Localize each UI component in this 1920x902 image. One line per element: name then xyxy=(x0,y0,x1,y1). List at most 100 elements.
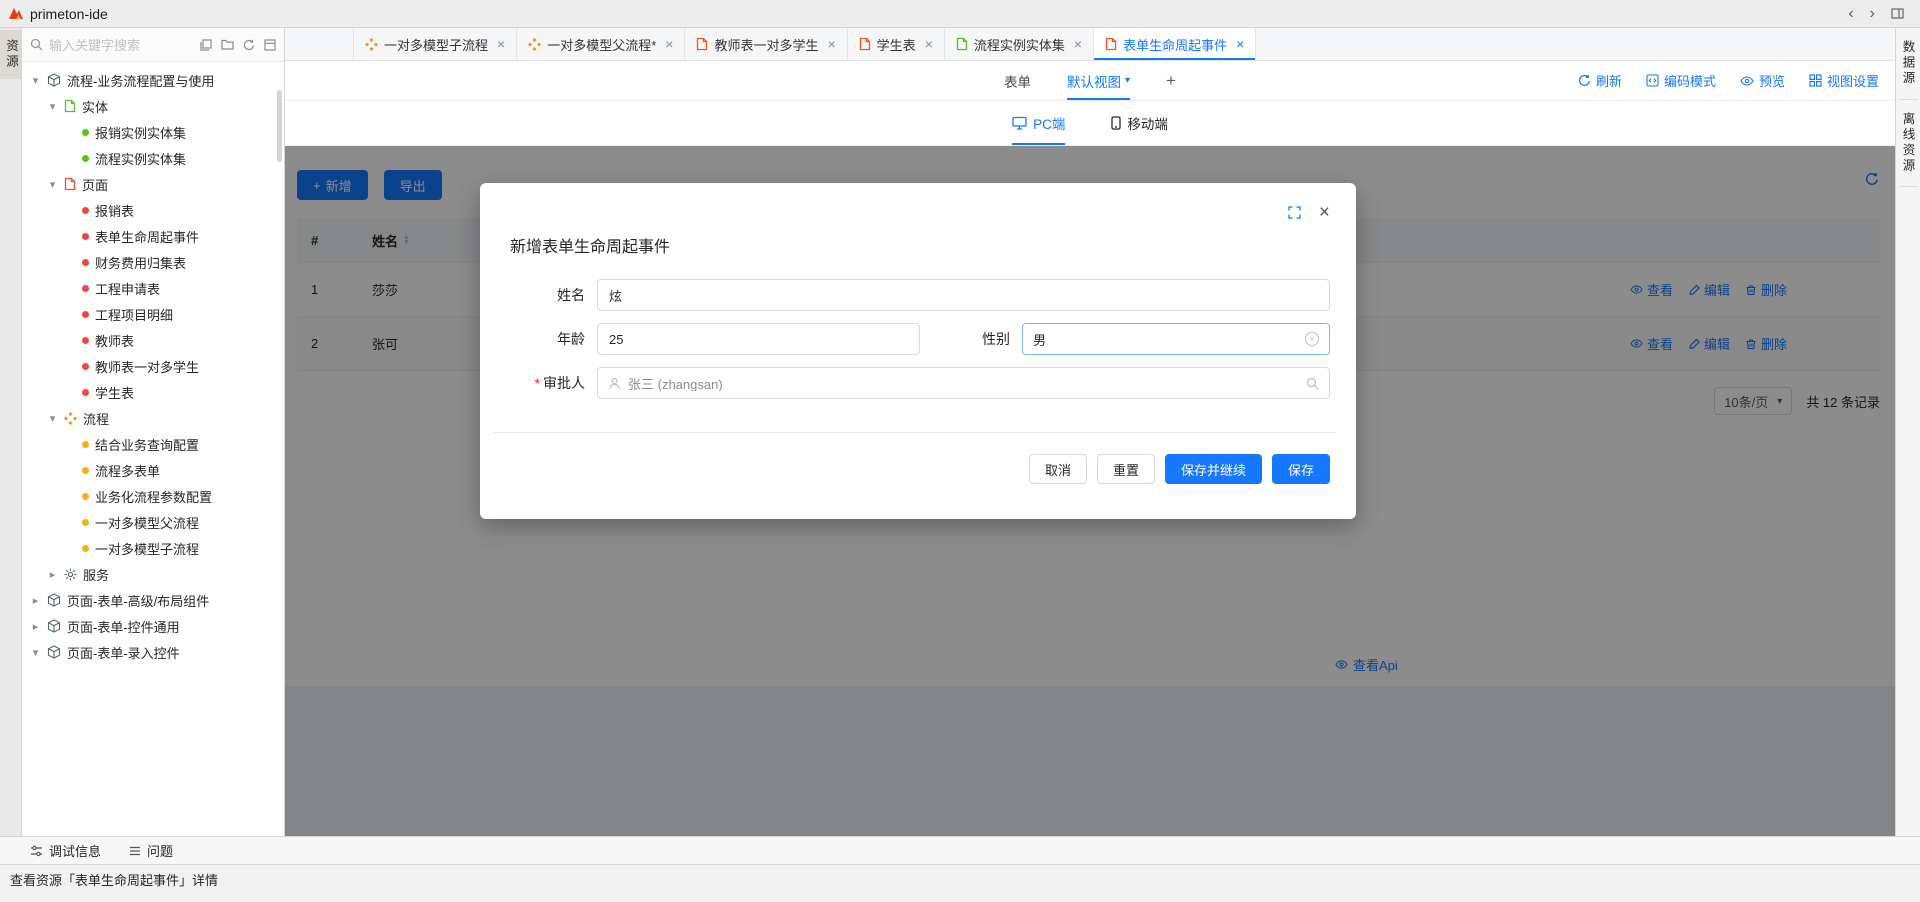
form-tab[interactable]: 表单 xyxy=(1004,61,1031,100)
gender-field[interactable]: × xyxy=(1022,323,1330,355)
age-field[interactable] xyxy=(597,323,920,355)
pc-view-tab[interactable]: PC端 xyxy=(1012,101,1065,145)
resource-dot-icon xyxy=(82,207,89,214)
save-continue-button[interactable]: 保存并继续 xyxy=(1165,454,1262,484)
editor-tab[interactable]: 流程实例实体集 × xyxy=(945,28,1094,60)
resource-dot-icon xyxy=(82,311,89,318)
caret-right-icon[interactable]: ▸ xyxy=(30,620,41,633)
tree-item[interactable]: 报销表 xyxy=(22,197,284,223)
editor-tab-label: 教师表一对多学生 xyxy=(714,35,818,54)
reset-button[interactable]: 重置 xyxy=(1097,454,1155,484)
page-icon xyxy=(696,37,708,51)
clear-icon[interactable]: × xyxy=(1305,332,1319,346)
folder-icon[interactable] xyxy=(221,39,234,50)
tree-item[interactable]: 一对多模型子流程 xyxy=(22,535,284,561)
editor-tab-label: 流程实例实体集 xyxy=(974,35,1065,54)
editor-tab[interactable]: 教师表一对多学生 × xyxy=(685,28,847,60)
tree-item[interactable]: 一对多模型父流程 xyxy=(22,509,284,535)
code-action[interactable]: 编码模式 xyxy=(1646,71,1716,90)
name-field[interactable] xyxy=(597,279,1330,311)
window-layout-icon[interactable] xyxy=(1891,8,1904,19)
resource-dot-icon xyxy=(82,389,89,396)
problems-tab[interactable]: 问题 xyxy=(129,841,173,860)
content-area: + 新增 导出 # 姓名 ▲▼ xyxy=(285,146,1895,836)
editor-tab[interactable]: 一对多模型子流程× xyxy=(353,28,517,60)
tree-item[interactable]: 财务费用归集表 xyxy=(22,249,284,275)
close-icon[interactable]: × xyxy=(827,36,835,52)
tree-item[interactable]: 流程实例实体集 xyxy=(22,145,284,171)
chevron-down-icon: ▾ xyxy=(1125,75,1130,86)
service-icon xyxy=(64,568,77,581)
gender-input[interactable] xyxy=(1033,332,1298,347)
close-icon[interactable]: × xyxy=(1236,36,1244,52)
approver-input[interactable] xyxy=(628,376,1299,391)
search-input[interactable]: 输入关键字搜索 xyxy=(49,35,194,54)
tree-item[interactable]: 工程项目明细 xyxy=(22,301,284,327)
tree-item[interactable]: 教师表一对多学生 xyxy=(22,353,284,379)
tree-item[interactable]: ▸页面-表单-控件通用 xyxy=(22,613,284,639)
debug-info-tab[interactable]: 调试信息 xyxy=(30,841,101,860)
mobile-view-tab[interactable]: 移动端 xyxy=(1111,101,1168,145)
add-view-button[interactable]: + xyxy=(1166,61,1176,100)
close-icon[interactable]: × xyxy=(925,36,933,52)
datasource-panel-tab[interactable]: 数据源 xyxy=(1899,28,1918,100)
form-tab-label: 表单 xyxy=(1004,71,1031,91)
editor-tab[interactable]: 一对多模型父流程* × xyxy=(517,28,685,60)
tree-item[interactable]: ▾流程-业务流程配置与使用 xyxy=(22,67,284,93)
refresh-action[interactable]: 刷新 xyxy=(1578,71,1622,90)
tree-item[interactable]: 表单生命周起事件 xyxy=(22,223,284,249)
collapse-all-icon[interactable] xyxy=(264,39,276,51)
cancel-button[interactable]: 取消 xyxy=(1029,454,1087,484)
caret-down-icon[interactable]: ▾ xyxy=(30,74,41,87)
offline-resources-panel-tab[interactable]: 离线资源 xyxy=(1899,100,1918,187)
caret-down-icon[interactable]: ▾ xyxy=(47,100,58,113)
fullscreen-icon[interactable] xyxy=(1288,206,1301,219)
sidebar-scrollbar[interactable] xyxy=(277,90,282,162)
editor-tab[interactable]: 表单生命周起事件× xyxy=(1094,28,1256,60)
refresh-icon[interactable] xyxy=(243,39,255,51)
save-button[interactable]: 保存 xyxy=(1272,454,1330,484)
tree-item-label: 页面 xyxy=(82,175,108,194)
tree-item[interactable]: ▸页面-表单-高级/布局组件 xyxy=(22,587,284,613)
editor-tab-label: 一对多模型父流程* xyxy=(547,35,656,54)
tree-item[interactable]: 业务化流程参数配置 xyxy=(22,483,284,509)
view-action-label: 刷新 xyxy=(1596,71,1622,90)
tree-item[interactable]: 报销实例实体集 xyxy=(22,119,284,145)
close-icon[interactable]: × xyxy=(665,36,673,52)
editor-tab[interactable]: 学生表× xyxy=(848,28,945,60)
tree-item-label: 流程 xyxy=(83,409,109,428)
tree-item[interactable]: 工程申请表 xyxy=(22,275,284,301)
tree-item[interactable]: ▾ 页面 xyxy=(22,171,284,197)
caret-right-icon[interactable]: ▸ xyxy=(30,594,41,607)
tree-item[interactable]: 学生表 xyxy=(22,379,284,405)
tree-item[interactable]: 教师表 xyxy=(22,327,284,353)
tree-item[interactable]: ▾ 流程 xyxy=(22,405,284,431)
resource-tree: ▾流程-业务流程配置与使用▾实体报销实例实体集流程实例实体集 ▾ 页面报销表表单生命… xyxy=(22,62,284,836)
nav-back-icon[interactable]: ‹ xyxy=(1848,6,1853,22)
default-view-tab[interactable]: 默认视图 ▾ xyxy=(1067,61,1130,100)
page-icon xyxy=(859,37,871,51)
close-icon[interactable]: × xyxy=(1319,203,1330,222)
close-icon[interactable]: × xyxy=(497,36,505,52)
tree-item[interactable]: 结合业务查询配置 xyxy=(22,431,284,457)
tree-item[interactable]: ▾实体 xyxy=(22,93,284,119)
caret-down-icon[interactable]: ▾ xyxy=(30,646,41,659)
locate-file-icon[interactable] xyxy=(200,39,212,51)
tree-item[interactable]: 流程多表单 xyxy=(22,457,284,483)
grid-action[interactable]: 视图设置 xyxy=(1809,71,1879,90)
caret-down-icon[interactable]: ▾ xyxy=(47,412,58,425)
close-icon[interactable]: × xyxy=(1074,36,1082,52)
approver-field[interactable] xyxy=(597,367,1330,399)
caret-right-icon[interactable]: ▸ xyxy=(47,568,58,581)
nav-forward-icon[interactable]: › xyxy=(1870,6,1875,22)
preview-action[interactable]: 预览 xyxy=(1740,71,1785,90)
tree-item[interactable]: ▾页面-表单-录入控件 xyxy=(22,639,284,665)
resource-dot-icon xyxy=(82,545,89,552)
package-icon xyxy=(47,73,61,87)
view-action-label: 预览 xyxy=(1759,71,1785,90)
problems-label: 问题 xyxy=(147,841,173,860)
resources-panel-tab[interactable]: 资源 xyxy=(0,30,21,79)
default-view-label: 默认视图 xyxy=(1067,71,1121,91)
caret-down-icon[interactable]: ▾ xyxy=(47,178,58,191)
tree-item[interactable]: ▸服务 xyxy=(22,561,284,587)
